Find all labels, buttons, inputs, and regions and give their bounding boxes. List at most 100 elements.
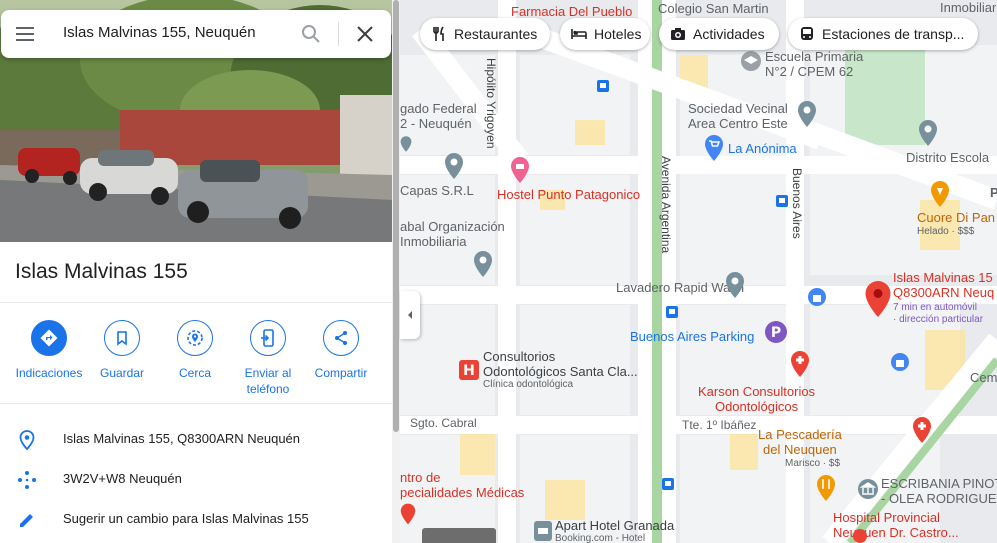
grey-pin-icon[interactable] (444, 152, 464, 180)
poi-consultorios[interactable]: Consultorios Odontológicos Santa Cla... (483, 349, 638, 379)
nearby-button[interactable]: Cerca (157, 318, 233, 381)
search-box[interactable]: Islas Malvinas 155, Neuquén (1, 10, 391, 58)
nearby-icon (177, 320, 213, 356)
panel-scrollbar[interactable] (392, 0, 400, 543)
hotel-pin-icon[interactable] (510, 156, 530, 184)
chip-restaurants[interactable]: Restaurantes (420, 18, 550, 50)
poi-parking[interactable]: Buenos Aires Parking (630, 329, 754, 344)
shopping-cart-icon[interactable] (704, 134, 724, 162)
poi-distrito[interactable]: Distrito Escola (906, 150, 989, 165)
grey-pin-icon[interactable] (918, 119, 938, 147)
medical-pin-icon[interactable] (790, 350, 810, 378)
poi-hostel[interactable]: Hostel Punto Patagonico (497, 187, 640, 202)
selected-place-subtitle: 7 min en automóvil · dirección particula… (893, 302, 984, 325)
search-divider (338, 22, 339, 46)
search-icon[interactable] (299, 22, 323, 46)
chevron-left-icon (408, 311, 412, 319)
poi-centro-especialidades[interactable]: ntro de pecialidades Médicas (400, 470, 524, 500)
svg-text:H: H (463, 363, 475, 379)
poi-p: P (990, 185, 997, 200)
chip-activities[interactable]: Actividades (659, 18, 779, 50)
chip-hotels[interactable]: Hoteles (560, 18, 650, 50)
medical-pin-icon[interactable] (912, 416, 932, 444)
poi-farmacia[interactable]: Farmacia Del Pueblo (511, 4, 632, 19)
menu-icon[interactable] (13, 22, 37, 46)
medical-pin-icon[interactable] (400, 500, 416, 528)
poi-apart-hotel[interactable]: Apart Hotel Granada (555, 518, 674, 533)
grey-pin-icon[interactable] (725, 271, 745, 299)
poi-cuore-di-pan[interactable]: Cuore Di Pan (917, 210, 995, 225)
bus-stop-icon[interactable] (666, 306, 678, 318)
share-icon (323, 320, 359, 356)
send-to-phone-button[interactable]: Enviar al teléfono (230, 318, 306, 397)
collapse-panel-button[interactable] (400, 291, 420, 339)
school-icon[interactable] (740, 50, 762, 72)
bus-stop-icon[interactable] (776, 195, 788, 207)
poi-karson[interactable]: Karson Consultorios Odontológicos (698, 384, 815, 414)
grey-pin-icon[interactable] (797, 100, 817, 128)
grey-pin-icon[interactable] (473, 250, 493, 278)
chip-transit[interactable]: Estaciones de transp... (788, 18, 978, 50)
bus-stop-icon[interactable] (662, 478, 674, 490)
map-canvas[interactable]: Hipólito Yrigoyen Avenida Argentina Buen… (400, 0, 997, 543)
poi-organizacion[interactable]: abal Organización Inmobiliaria (400, 219, 505, 249)
street-view-thumbnail[interactable] (422, 528, 496, 543)
restaurant-pin-icon[interactable] (816, 474, 836, 502)
share-button[interactable]: Compartir (303, 318, 379, 381)
hotel-bed-icon[interactable] (533, 520, 553, 542)
divider (0, 302, 392, 303)
plus-code-icon (16, 469, 38, 491)
directions-icon (31, 320, 67, 356)
pencil-icon (16, 509, 38, 531)
nearby-label: Cerca (178, 366, 211, 380)
shopping-bag-icon[interactable] (807, 287, 827, 309)
close-icon[interactable] (353, 22, 377, 46)
search-input[interactable]: Islas Malvinas 155, Neuquén (63, 24, 256, 41)
bus-icon (798, 25, 816, 43)
bus-stop-icon[interactable] (597, 80, 609, 92)
poi-delegado[interactable]: gado Federal 2 - Neuquén (400, 101, 477, 131)
divider (0, 403, 392, 404)
place-title: Islas Malvinas 155 (15, 260, 188, 283)
plus-code-row[interactable]: 3W2V+W8 Neuquén (0, 461, 392, 497)
selected-place-label[interactable]: Islas Malvinas 15 Q8300ARN Neuq (893, 270, 994, 300)
scrollbar-thumb[interactable] (393, 0, 399, 432)
poi-hospital[interactable]: Hospital Provincial Neuquen Dr. Castro..… (833, 510, 959, 540)
hospital-pin-icon[interactable] (853, 529, 867, 543)
grey-pin-icon[interactable] (400, 130, 412, 158)
save-button[interactable]: Guardar (84, 318, 160, 381)
ice-cream-icon[interactable] (930, 180, 950, 208)
poi-capas[interactable]: Capas S.R.L (400, 183, 474, 198)
poi-inmobiliaria-top[interactable]: Inmobiliaria D (940, 0, 997, 15)
bank-icon[interactable] (857, 478, 879, 500)
suggest-edit-row[interactable]: Sugerir un cambio para Islas Malvinas 15… (0, 501, 392, 537)
street-buenos-aires: Buenos Aires (790, 168, 804, 239)
poi-pescaderia[interactable]: La Pescadería del Neuquen (758, 427, 842, 457)
plus-code-text: 3W2V+W8 Neuquén (63, 471, 182, 486)
directions-button[interactable]: Indicaciones (11, 318, 87, 381)
shopping-bag-icon[interactable] (890, 352, 910, 374)
send-to-phone-label: Enviar al teléfono (244, 366, 292, 396)
chip-restaurants-label: Restaurantes (454, 26, 538, 42)
poi-escribania[interactable]: ESCRIBANIA PINOT - OLEA RODRIGUEZ (881, 476, 997, 506)
chip-hotels-label: Hoteles (594, 26, 642, 42)
poi-sociedad-vecinal[interactable]: Sociedad Vecinal Area Centro Este (688, 101, 788, 131)
parking-icon[interactable]: P (764, 320, 788, 344)
poi-cem[interactable]: Cem (970, 370, 997, 385)
share-label: Compartir (314, 366, 368, 380)
poi-escuela[interactable]: Escuela Primaria N°2 / CPEM 62 (765, 49, 863, 79)
bed-icon (570, 25, 588, 43)
poi-la-anonima[interactable]: La Anónima (728, 141, 797, 156)
poi-cuore-sub: Helado · $$$ (917, 226, 975, 237)
poi-colegio[interactable]: Colegio San Martin (658, 1, 769, 16)
directions-label: Indicaciones (15, 366, 83, 380)
save-label: Guardar (99, 366, 145, 380)
chip-activities-label: Actividades (693, 26, 765, 42)
bookmark-icon (104, 320, 140, 356)
address-row[interactable]: Islas Malvinas 155, Q8300ARN Neuquén (0, 421, 392, 457)
selected-place-pin-icon[interactable] (864, 280, 892, 318)
hospital-h-icon[interactable]: H (458, 359, 480, 381)
place-panel: Islas Malvinas 155, Neuquén Islas Malvin… (0, 0, 392, 543)
poi-apart-sub: Booking.com - Hotel (555, 533, 646, 543)
address-text: Islas Malvinas 155, Q8300ARN Neuquén (63, 431, 301, 446)
